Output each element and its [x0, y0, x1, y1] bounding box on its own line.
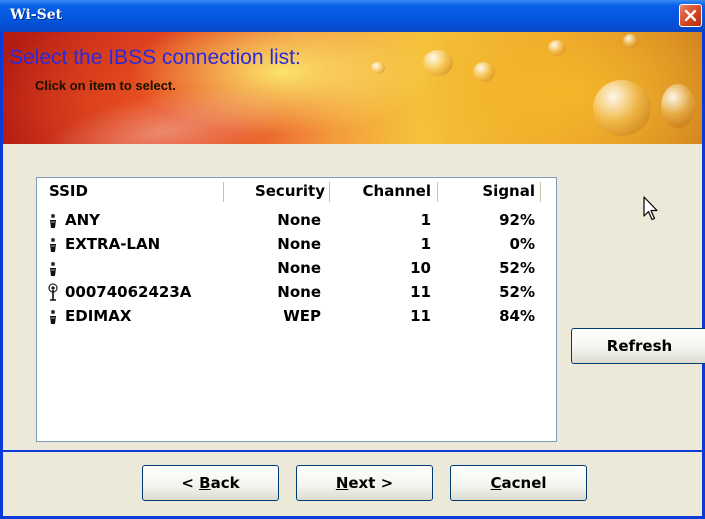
signal-cell: 52% [499, 259, 535, 277]
refresh-button[interactable]: Refresh [571, 328, 705, 364]
ibss-station-icon [50, 238, 56, 252]
ssid-cell: 00074062423A [65, 283, 192, 301]
page-instruction: Click on item to select. [35, 78, 176, 93]
column-header-channel[interactable]: Channel [333, 180, 431, 202]
list-item[interactable]: 00074062423A None 11 52% [37, 280, 556, 304]
list-item[interactable]: ANY None 1 92% [37, 208, 556, 232]
ibss-station-icon [50, 310, 56, 324]
ssid-cell: ANY [65, 211, 101, 229]
list-item[interactable]: EDIMAX WEP 11 84% [37, 304, 556, 328]
signal-cell: 0% [509, 235, 535, 253]
ssid-cell: EDIMAX [65, 307, 132, 325]
ibss-station-icon [50, 262, 56, 276]
access-point-icon [48, 283, 58, 301]
page-title: Select the IBSS connection list: [9, 46, 301, 69]
signal-cell: 84% [499, 307, 535, 325]
next-button[interactable]: Next > [296, 465, 433, 501]
column-header-security[interactable]: Security [229, 180, 325, 202]
window-title: Wi-Set [10, 7, 63, 23]
channel-cell: 1 [420, 211, 431, 229]
channel-cell: 11 [410, 307, 431, 325]
title-bar[interactable]: Wi-Set [0, 0, 705, 32]
wizard-window: Wi-Set Select the IBSS connection list: … [0, 0, 705, 519]
security-cell: None [277, 235, 321, 253]
list-item[interactable]: None 10 52% [37, 256, 556, 280]
ibss-connection-list[interactable]: SSID Security Channel Signal ANY None 1 … [36, 177, 557, 442]
refresh-button-label: Refresh [606, 337, 673, 355]
list-item[interactable]: EXTRA-LAN None 1 0% [37, 232, 556, 256]
signal-cell: 92% [499, 211, 535, 229]
divider [3, 450, 702, 452]
ssid-cell: EXTRA-LAN [65, 235, 161, 253]
security-cell: None [277, 283, 321, 301]
back-button-label: < Back [181, 474, 240, 492]
next-button-label: Next > [335, 474, 394, 492]
ibss-station-icon [50, 214, 56, 228]
close-button[interactable] [679, 4, 702, 27]
signal-cell: 52% [499, 283, 535, 301]
channel-cell: 10 [410, 259, 431, 277]
cancel-button[interactable]: Cacnel [450, 465, 587, 501]
security-cell: None [277, 259, 321, 277]
back-button[interactable]: < Back [142, 465, 279, 501]
mouse-pointer-icon [643, 196, 658, 221]
channel-cell: 11 [410, 283, 431, 301]
close-icon [684, 9, 697, 22]
cancel-button-label: Cacnel [490, 474, 547, 492]
channel-cell: 1 [420, 235, 431, 253]
column-header-ssid[interactable]: SSID [49, 180, 199, 202]
security-cell: None [277, 211, 321, 229]
list-header: SSID Security Channel Signal [37, 178, 556, 204]
column-header-signal[interactable]: Signal [441, 180, 535, 202]
security-cell: WEP [283, 307, 321, 325]
